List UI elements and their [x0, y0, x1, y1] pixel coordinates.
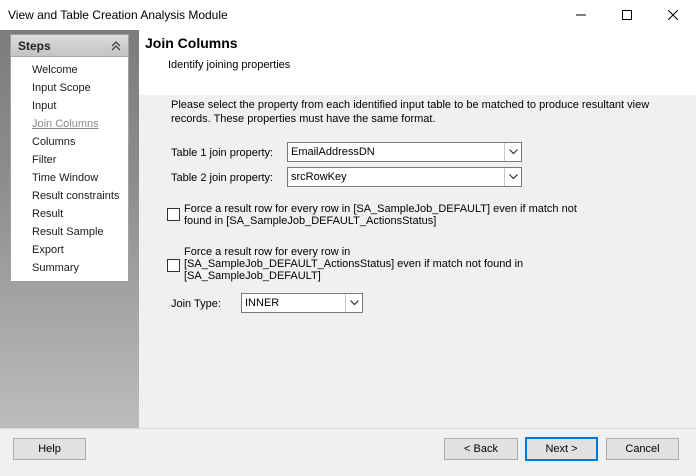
- content-area: Please select the property from each ide…: [139, 95, 696, 428]
- force-row-table2-checkbox[interactable]: [167, 259, 180, 272]
- double-chevron-up-icon[interactable]: [110, 40, 122, 52]
- window-title: View and Table Creation Analysis Module: [8, 8, 228, 22]
- table1-join-label: Table 1 join property:: [171, 147, 274, 159]
- step-input-scope[interactable]: Input Scope: [32, 82, 91, 94]
- page-title: Join Columns: [145, 35, 238, 51]
- force-row-table1-label[interactable]: Force a result row for every row in [SA_…: [184, 203, 584, 227]
- page-header: Join Columns Identify joining properties: [139, 30, 696, 95]
- next-button[interactable]: Next >: [525, 437, 598, 461]
- table2-join-label: Table 2 join property:: [171, 172, 274, 184]
- step-result[interactable]: Result: [32, 208, 63, 220]
- step-result-sample[interactable]: Result Sample: [32, 226, 104, 238]
- help-button[interactable]: Help: [13, 438, 86, 460]
- step-export[interactable]: Export: [32, 244, 64, 256]
- step-filter[interactable]: Filter: [32, 154, 56, 166]
- title-bar: View and Table Creation Analysis Module: [0, 0, 696, 30]
- step-time-window[interactable]: Time Window: [32, 172, 98, 184]
- minimize-button[interactable]: [558, 0, 604, 30]
- steps-panel: Steps Welcome Input Scope Input Join Col…: [10, 34, 129, 282]
- chevron-down-icon[interactable]: [504, 168, 521, 186]
- back-button[interactable]: < Back: [444, 438, 518, 460]
- steps-title: Steps: [18, 39, 51, 53]
- chevron-down-icon[interactable]: [345, 294, 362, 312]
- join-type-label: Join Type:: [171, 298, 221, 310]
- minimize-icon: [576, 14, 586, 16]
- footer-bar: Help < Back Next > Cancel: [0, 429, 696, 476]
- step-columns[interactable]: Columns: [32, 136, 75, 148]
- maximize-button[interactable]: [604, 0, 650, 30]
- maximize-icon: [622, 10, 632, 20]
- page-subtitle: Identify joining properties: [168, 59, 291, 71]
- step-input[interactable]: Input: [32, 100, 56, 112]
- cancel-button[interactable]: Cancel: [606, 438, 679, 460]
- chevron-down-icon[interactable]: [504, 143, 521, 161]
- force-row-table2-label[interactable]: Force a result row for every row in [SA_…: [184, 246, 554, 282]
- close-icon: [668, 10, 678, 20]
- step-result-constraints[interactable]: Result constraints: [32, 190, 119, 202]
- instructions-text: Please select the property from each ide…: [171, 99, 650, 125]
- steps-header[interactable]: Steps: [11, 35, 128, 57]
- step-summary[interactable]: Summary: [32, 262, 79, 274]
- table1-join-select[interactable]: EmailAddressDN: [287, 142, 522, 162]
- close-button[interactable]: [650, 0, 696, 30]
- force-row-table1-checkbox[interactable]: [167, 208, 180, 221]
- join-type-value: INNER: [245, 297, 280, 309]
- join-type-select[interactable]: INNER: [241, 293, 363, 313]
- table2-join-value: srcRowKey: [291, 171, 347, 183]
- step-join-columns[interactable]: Join Columns: [32, 118, 99, 130]
- step-welcome[interactable]: Welcome: [32, 64, 78, 76]
- table1-join-value: EmailAddressDN: [291, 146, 375, 158]
- table2-join-select[interactable]: srcRowKey: [287, 167, 522, 187]
